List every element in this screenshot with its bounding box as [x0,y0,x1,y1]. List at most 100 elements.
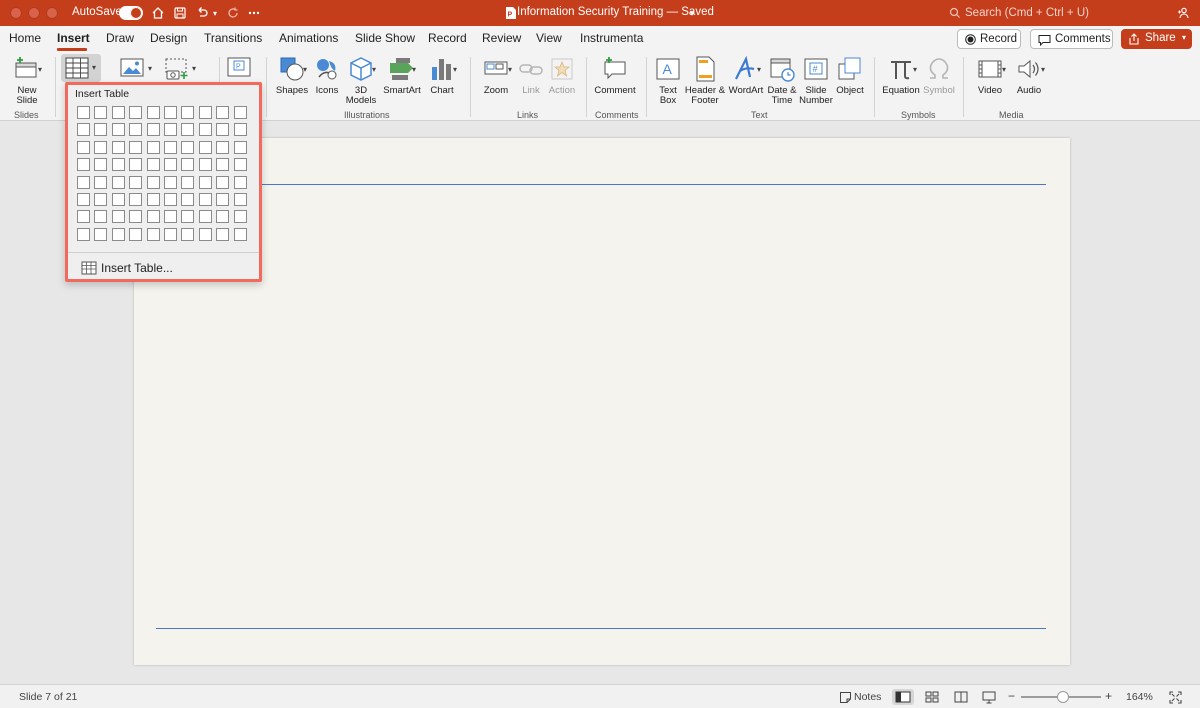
table-grid-cell[interactable] [129,123,143,137]
audio-button[interactable]: Audio [1012,55,1046,96]
pictures-dropdown-icon[interactable]: ▾ [148,64,152,73]
notes-button-label[interactable]: Notes [854,691,881,703]
reading-view-icon[interactable] [950,689,972,705]
table-grid-cell[interactable] [77,175,90,189]
link-button[interactable]: Link [517,55,545,96]
table-size-grid[interactable] [77,106,247,241]
pictures-button[interactable]: ▾ [118,55,158,83]
chart-dropdown-icon[interactable]: ▾ [453,65,457,74]
table-grid-cell[interactable] [233,175,247,189]
table-grid-cell[interactable] [94,140,108,154]
tab-view[interactable]: View [536,31,562,45]
zoom-dropdown-icon[interactable]: ▾ [508,65,512,74]
table-grid-cell[interactable] [181,140,195,154]
header-footer-button[interactable]: Header & Footer [684,55,726,106]
table-grid-cell[interactable] [198,175,212,189]
zoom-level[interactable]: 164% [1126,691,1153,703]
shapes-dropdown-icon[interactable]: ▾ [303,65,307,74]
table-grid-cell[interactable] [111,192,125,206]
table-grid-cell[interactable] [216,227,230,241]
undo-dropdown-icon[interactable]: ▾ [213,9,217,18]
tab-review[interactable]: Review [482,31,521,45]
table-grid-cell[interactable] [181,210,195,224]
zoom-in-button[interactable]: + [1105,689,1112,703]
zoom-out-button[interactable]: − [1008,689,1015,703]
table-grid-cell[interactable] [163,140,177,154]
smartart-dropdown-icon[interactable]: ▾ [412,65,416,74]
redo-icon[interactable] [224,4,242,22]
table-grid-cell[interactable] [111,227,125,241]
slideshow-view-icon[interactable] [978,689,1000,705]
table-grid-cell[interactable] [111,158,125,172]
fit-to-window-icon[interactable] [1164,689,1186,705]
table-grid-cell[interactable] [77,140,90,154]
table-grid-cell[interactable] [163,227,177,241]
table-grid-cell[interactable] [146,210,160,224]
table-grid-cell[interactable] [163,106,177,119]
table-grid-cell[interactable] [111,123,125,137]
table-grid-cell[interactable] [181,158,195,172]
wordart-dropdown-icon[interactable]: ▾ [757,65,761,74]
table-grid-cell[interactable] [198,192,212,206]
tab-insert[interactable]: Insert [57,31,90,45]
record-button[interactable]: Record [957,29,1021,49]
minimize-window-button[interactable] [28,7,40,19]
action-button[interactable]: Action [547,55,577,96]
comments-button[interactable]: Comments [1030,29,1113,49]
table-grid-cell[interactable] [111,106,125,119]
table-grid-cell[interactable] [94,158,108,172]
tab-draw[interactable]: Draw [106,31,134,45]
table-grid-cell[interactable] [163,192,177,206]
table-grid-cell[interactable] [146,123,160,137]
screenshot-dropdown-icon[interactable]: ▾ [192,64,196,73]
table-grid-cell[interactable] [233,123,247,137]
table-grid-cell[interactable] [146,140,160,154]
table-grid-cell[interactable] [111,140,125,154]
screenshot-button[interactable]: ▾ [162,55,202,83]
more-icon[interactable] [245,4,263,22]
table-grid-cell[interactable] [216,140,230,154]
object-button[interactable]: Object [835,55,865,96]
date-time-button[interactable]: Date & Time [766,55,798,106]
table-grid-cell[interactable] [216,192,230,206]
insert-table-menu-item[interactable]: Insert Table... [81,260,173,276]
table-grid-cell[interactable] [233,227,247,241]
table-grid-cell[interactable] [216,158,230,172]
notes-icon[interactable] [834,689,856,705]
smartart-button[interactable]: SmartArt [382,55,422,96]
tab-instrumenta[interactable]: Instrumenta [580,31,643,45]
table-grid-cell[interactable] [129,158,143,172]
tab-slide-show[interactable]: Slide Show [355,31,415,45]
table-grid-cell[interactable] [77,123,90,137]
table-grid-cell[interactable] [129,227,143,241]
table-grid-cell[interactable] [198,106,212,119]
table-grid-cell[interactable] [146,227,160,241]
table-grid-cell[interactable] [163,175,177,189]
table-grid-cell[interactable] [94,106,108,119]
table-grid-cell[interactable] [181,175,195,189]
table-grid-cell[interactable] [233,140,247,154]
wordart-button[interactable]: WordArt [728,55,764,96]
tab-transitions[interactable]: Transitions [204,31,262,45]
table-grid-cell[interactable] [198,210,212,224]
table-grid-cell[interactable] [163,210,177,224]
table-grid-cell[interactable] [111,210,125,224]
table-grid-cell[interactable] [233,210,247,224]
table-grid-cell[interactable] [77,106,90,119]
table-grid-cell[interactable] [94,210,108,224]
text-box-button[interactable]: A Text Box [654,55,682,106]
tab-home[interactable]: Home [9,31,41,45]
table-grid-cell[interactable] [111,175,125,189]
table-grid-cell[interactable] [181,227,195,241]
table-grid-cell[interactable] [146,158,160,172]
video-dropdown-icon[interactable]: ▾ [1002,65,1006,74]
close-window-button[interactable] [10,7,22,19]
new-slide-button[interactable]: New Slide [8,55,46,106]
table-grid-cell[interactable] [77,192,90,206]
table-grid-cell[interactable] [77,158,90,172]
3d-models-dropdown-icon[interactable]: ▾ [372,65,376,74]
document-title[interactable]: Information Security Training — Saved [517,6,714,18]
share-people-icon[interactable] [1174,4,1192,22]
title-dropdown-icon[interactable]: ▾ [690,9,694,18]
table-grid-cell[interactable] [129,192,143,206]
